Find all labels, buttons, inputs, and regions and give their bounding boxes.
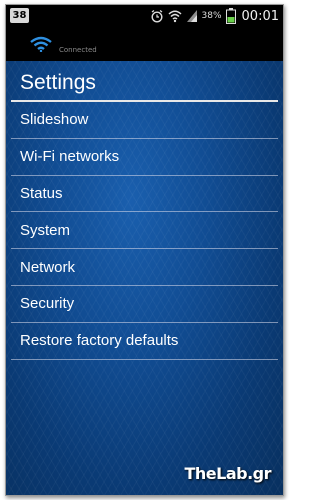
menu-item-security[interactable]: Security — [11, 286, 278, 323]
notification-badge[interactable]: 38 — [10, 8, 29, 23]
menu-item-label: Network — [20, 258, 76, 276]
page-title: Settings — [20, 71, 96, 94]
menu-item-label: System — [20, 221, 71, 239]
menu-item-restore-factory-defaults[interactable]: Restore factory defaults — [11, 323, 278, 360]
menu-item-label: Security — [20, 295, 75, 313]
menu-item-status[interactable]: Status — [11, 176, 278, 213]
signal-icon — [186, 8, 198, 24]
status-icons: 38% 00:01 — [150, 5, 279, 27]
settings-panel: Settings Slideshow Wi-Fi networks Status… — [6, 61, 283, 495]
battery-percent: 38% — [201, 11, 222, 21]
phone-screen: 38 38% 00:01 Connected Settings Slidesho… — [5, 4, 284, 496]
menu-item-label: Status — [20, 184, 63, 202]
wifi-icon — [30, 36, 52, 56]
clock: 00:01 — [241, 8, 279, 24]
menu-item-wifi-networks[interactable]: Wi-Fi networks — [11, 139, 278, 176]
menu-item-label: Restore factory defaults — [20, 332, 179, 350]
menu-item-system[interactable]: System — [11, 212, 278, 250]
alarm-icon — [150, 8, 164, 24]
menu-item-network[interactable]: Network — [11, 249, 278, 286]
wifi-icon — [168, 8, 182, 24]
settings-menu: Slideshow Wi-Fi networks Status System N… — [6, 102, 283, 360]
battery-icon — [225, 8, 236, 24]
menu-item-label: Wi-Fi networks — [20, 148, 120, 166]
connection-status-bar: Connected — [6, 27, 283, 61]
menu-item-slideshow[interactable]: Slideshow — [11, 102, 278, 139]
menu-item-label: Slideshow — [20, 111, 89, 129]
status-bar: 38 38% 00:01 — [6, 5, 283, 27]
connection-label: Connected — [59, 46, 97, 54]
watermark-logo: TheLab.gr — [184, 464, 271, 483]
